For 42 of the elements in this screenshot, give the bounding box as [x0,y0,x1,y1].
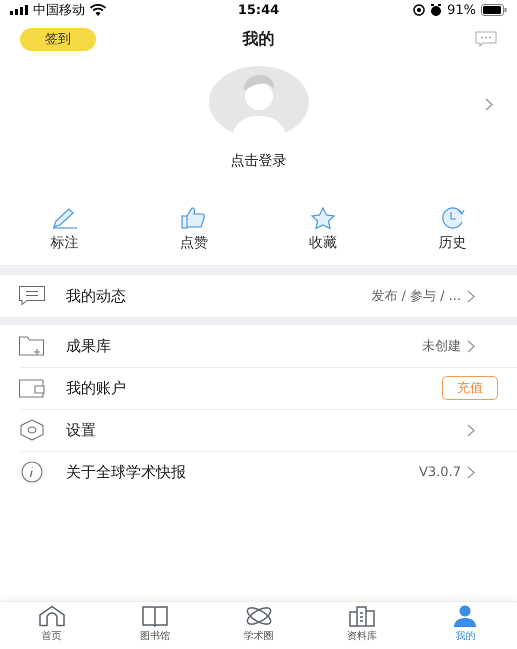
comment-icon [18,285,46,307]
buildings-icon [348,605,376,627]
menu-value: 未创建 [422,338,461,355]
chevron-icon [467,466,475,478]
checkin-button[interactable]: 签到 [20,28,96,50]
shortcut-label[interactable]: 标注 [50,234,79,252]
menu-item[interactable]: 关于全球学术快报 [66,462,420,482]
wallet-icon [18,377,46,399]
atom-icon [244,605,273,627]
battery-percent: 91% [447,2,476,18]
page-title: 我的 [242,28,274,50]
avatar-icon[interactable] [208,66,308,138]
tab-item[interactable]: 图书馆 [103,605,207,649]
orientation-lock-icon [413,4,426,16]
shortcut-label[interactable]: 点赞 [180,234,208,252]
book-icon [141,605,170,627]
menu-item[interactable]: 成果库 [66,336,422,356]
menu-value: V3.0.7 [419,464,461,480]
chevron-icon [467,340,475,352]
home-icon [38,605,66,627]
menu-item[interactable]: 我的账户 [66,378,442,398]
battery-icon [481,4,508,16]
tab-item[interactable]: 学术圈 [206,605,310,649]
chevron-icon [467,424,475,436]
chevron-icon [467,290,475,302]
login-link[interactable]: 点击登录 [230,152,286,170]
clock-time: 15:44 [238,2,280,18]
alarm-icon [430,4,442,16]
settings-icon [18,419,46,441]
menu-item[interactable]: 我的动态 [66,286,372,306]
shortcut-label[interactable]: 收藏 [309,234,338,252]
menu-item[interactable]: 设置 [66,420,467,440]
shortcut-label[interactable]: 历史 [438,234,466,252]
tab-item[interactable]: 资料库 [310,605,414,649]
menu-value: 发布 / 参与 / ... [371,288,461,305]
signal-icon [10,5,28,15]
folder-add-icon [18,335,46,357]
chevron-icon [485,98,493,111]
message-icon[interactable] [475,31,497,47]
wifi-icon [90,4,106,16]
carrier-name: 中国移动 [33,2,85,19]
tab-item[interactable]: 首页 [0,605,104,649]
